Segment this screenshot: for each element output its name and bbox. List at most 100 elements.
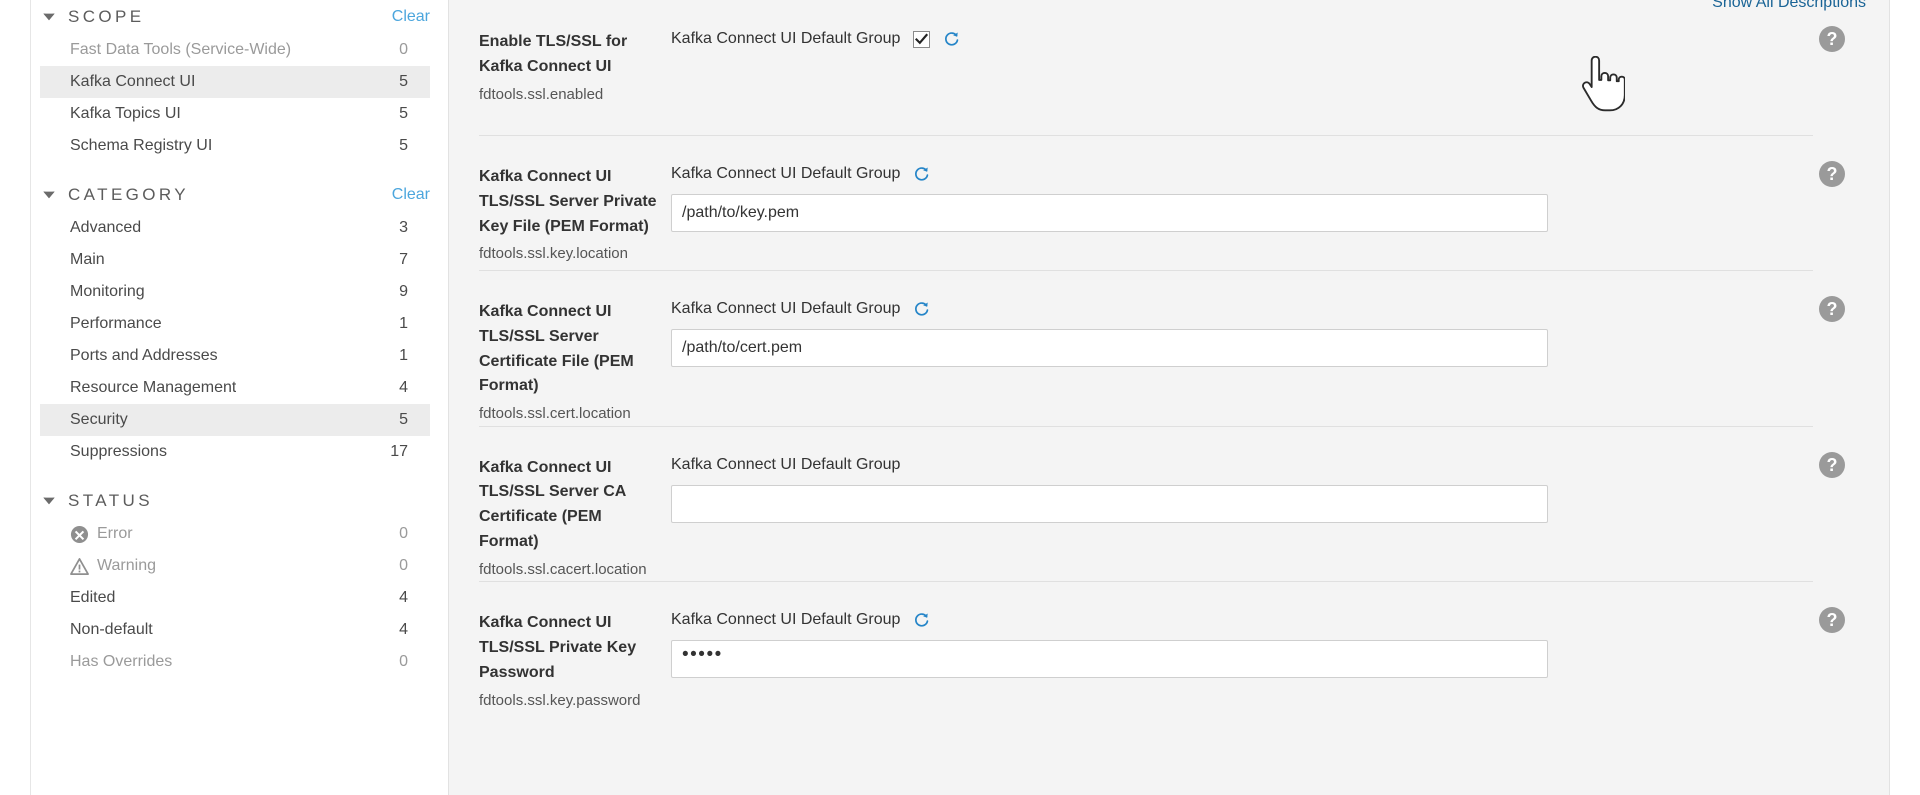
help-question-icon[interactable]: ? bbox=[1819, 26, 1845, 52]
facet-item-label: Security bbox=[70, 411, 128, 428]
enable-tls-ssl-checkbox[interactable] bbox=[913, 30, 931, 48]
reset-to-default-icon[interactable] bbox=[913, 166, 930, 183]
config-help-column: ? bbox=[1813, 426, 1889, 478]
facet-item-main[interactable]: Main 7 bbox=[40, 244, 430, 276]
facet-item-label: Non-default bbox=[70, 621, 153, 638]
facet-item-label: Performance bbox=[70, 315, 162, 332]
facet-item-count: 5 bbox=[399, 105, 408, 122]
facet-group-spacer bbox=[0, 468, 448, 484]
facet-item-count: 0 bbox=[399, 557, 408, 574]
reset-to-default-icon[interactable] bbox=[913, 301, 930, 318]
facet-item-label: Suppressions bbox=[70, 443, 167, 460]
facet-item-error[interactable]: Error 0 bbox=[40, 518, 430, 550]
config-display-name: Kafka Connect UI TLS/SSL Private Key Pas… bbox=[479, 614, 637, 681]
config-help-column: ? bbox=[1813, 0, 1889, 52]
facet-item-ports-and-addresses[interactable]: Ports and Addresses 1 bbox=[40, 340, 430, 372]
facet-group-header[interactable]: SCOPE Clear bbox=[0, 0, 448, 34]
config-field-column: Kafka Connect UI Default Group bbox=[671, 135, 1813, 232]
config-field-header: Kafka Connect UI Default Group bbox=[671, 163, 1803, 185]
facet-group-spacer bbox=[0, 162, 448, 178]
warning-icon bbox=[70, 557, 89, 576]
facet-item-non-default[interactable]: Non-default 4 bbox=[40, 614, 430, 646]
config-label-column: Kafka Connect UI TLS/SSL Private Key Pas… bbox=[479, 581, 671, 712]
facet-item-edited[interactable]: Edited 4 bbox=[40, 582, 430, 614]
config-label-column: Enable TLS/SSL for Kafka Connect UI fdtoo… bbox=[479, 0, 671, 106]
facet-item-count: 3 bbox=[399, 219, 408, 236]
config-field-header: Kafka Connect UI Default Group bbox=[671, 454, 1803, 476]
config-field-column: Kafka Connect UI Default Group bbox=[671, 0, 1813, 50]
config-help-column: ? bbox=[1813, 135, 1889, 187]
chevron-down-icon[interactable] bbox=[40, 8, 58, 26]
facet-item-monitoring[interactable]: Monitoring 9 bbox=[40, 276, 430, 308]
facet-item-fast-data-tools-service-wide[interactable]: Fast Data Tools (Service-Wide) 0 bbox=[40, 34, 430, 66]
facet-clear-link[interactable]: Clear bbox=[392, 8, 430, 26]
facet-item-count: 1 bbox=[399, 347, 408, 364]
facet-item-advanced[interactable]: Advanced 3 bbox=[40, 212, 430, 244]
facet-item-kafka-connect-ui[interactable]: Kafka Connect UI 5 bbox=[40, 66, 430, 98]
config-group-name: Kafka Connect UI Default Group bbox=[671, 300, 901, 317]
facet-item-count: 4 bbox=[399, 379, 408, 396]
config-display-name: Kafka Connect UI TLS/SSL Server Certific… bbox=[479, 303, 634, 395]
facet-item-kafka-topics-ui[interactable]: Kafka Topics UI 5 bbox=[40, 98, 430, 130]
config-help-column: ? bbox=[1813, 581, 1889, 634]
facet-item-label: Kafka Topics UI bbox=[70, 105, 181, 122]
facet-item-label: Has Overrides bbox=[70, 653, 173, 670]
config-text-input[interactable] bbox=[671, 329, 1548, 367]
help-question-icon[interactable]: ? bbox=[1819, 296, 1845, 322]
facet-item-count: 0 bbox=[399, 525, 408, 542]
config-help-column: ? bbox=[1813, 270, 1889, 322]
config-property-key: fdtools.ssl.enabled bbox=[479, 85, 604, 103]
config-field-column: Kafka Connect UI Default Group bbox=[671, 426, 1813, 523]
reset-to-default-icon[interactable] bbox=[943, 31, 960, 48]
facet-item-count: 4 bbox=[399, 621, 408, 638]
config-group-name: Kafka Connect UI Default Group bbox=[671, 455, 901, 473]
facet-item-count: 4 bbox=[399, 589, 408, 606]
facet-group-header[interactable]: CATEGORY Clear bbox=[0, 178, 448, 212]
facet-item-label: Error bbox=[97, 525, 133, 542]
facet-item-resource-management[interactable]: Resource Management 4 bbox=[40, 372, 430, 404]
chevron-down-icon[interactable] bbox=[40, 186, 58, 204]
config-text-input[interactable] bbox=[671, 484, 1548, 523]
facet-item-label: Schema Registry UI bbox=[70, 137, 213, 154]
facet-item-label: Advanced bbox=[70, 219, 142, 236]
config-password-input[interactable]: ••••• bbox=[671, 640, 1548, 679]
facet-item-count: 7 bbox=[399, 251, 408, 268]
facet-group-header[interactable]: STATUS bbox=[0, 484, 448, 518]
help-question-icon[interactable]: ? bbox=[1819, 607, 1845, 634]
facet-clear-link[interactable]: Clear bbox=[392, 186, 430, 204]
config-row: Kafka Connect UI TLS/SSL Server Private … bbox=[449, 135, 1889, 270]
help-question-icon[interactable]: ? bbox=[1819, 451, 1845, 478]
facet-item-count: 0 bbox=[399, 653, 408, 670]
help-question-icon[interactable]: ? bbox=[1819, 161, 1845, 187]
chevron-down-icon[interactable] bbox=[40, 492, 58, 510]
facet-group-scope: SCOPE Clear Fast Data Tools (Service-Wide)… bbox=[0, 0, 448, 162]
facet-item-label: Warning bbox=[97, 557, 156, 574]
password-masked-value: ••••• bbox=[682, 644, 723, 666]
config-property-key: fdtools.ssl.key.password bbox=[479, 691, 641, 709]
facet-item-label: Resource Management bbox=[70, 379, 237, 396]
facet-item-schema-registry-ui[interactable]: Schema Registry UI 5 bbox=[40, 130, 430, 162]
config-text-input[interactable] bbox=[671, 194, 1548, 232]
config-display-name: Enable TLS/SSL for Kafka Connect UI bbox=[479, 33, 628, 75]
config-field-column: Kafka Connect UI Default Group bbox=[671, 270, 1813, 367]
facet-item-count: 5 bbox=[399, 411, 408, 428]
facet-item-count: 9 bbox=[399, 283, 408, 300]
facet-item-count: 17 bbox=[390, 443, 408, 460]
facet-item-security[interactable]: Security 5 bbox=[40, 404, 430, 436]
config-property-key: fdtools.ssl.cert.location bbox=[479, 405, 631, 423]
reset-to-default-icon[interactable] bbox=[913, 612, 930, 629]
config-group-name: Kafka Connect UI Default Group bbox=[671, 611, 901, 629]
facet-item-warning[interactable]: Warning 0 bbox=[40, 550, 430, 582]
configuration-list-panel: Show All Descriptions Enable TLS/SSL for… bbox=[449, 0, 1890, 795]
facet-item-label: Edited bbox=[70, 589, 116, 606]
facet-group-title: CATEGORY bbox=[68, 185, 190, 204]
config-property-key: fdtools.ssl.cacert.location bbox=[479, 560, 647, 578]
config-label-column: Kafka Connect UI TLS/SSL Server Certific… bbox=[479, 270, 671, 426]
facet-item-label: Monitoring bbox=[70, 283, 145, 300]
config-group-name: Kafka Connect UI Default Group bbox=[671, 165, 901, 182]
facet-item-has-overrides[interactable]: Has Overrides 0 bbox=[40, 646, 430, 678]
facet-item-suppressions[interactable]: Suppressions 17 bbox=[40, 436, 430, 468]
config-row: Enable TLS/SSL for Kafka Connect UI fdtoo… bbox=[449, 0, 1889, 135]
facet-item-performance[interactable]: Performance 1 bbox=[40, 308, 430, 340]
facet-group-title: STATUS bbox=[68, 491, 153, 510]
